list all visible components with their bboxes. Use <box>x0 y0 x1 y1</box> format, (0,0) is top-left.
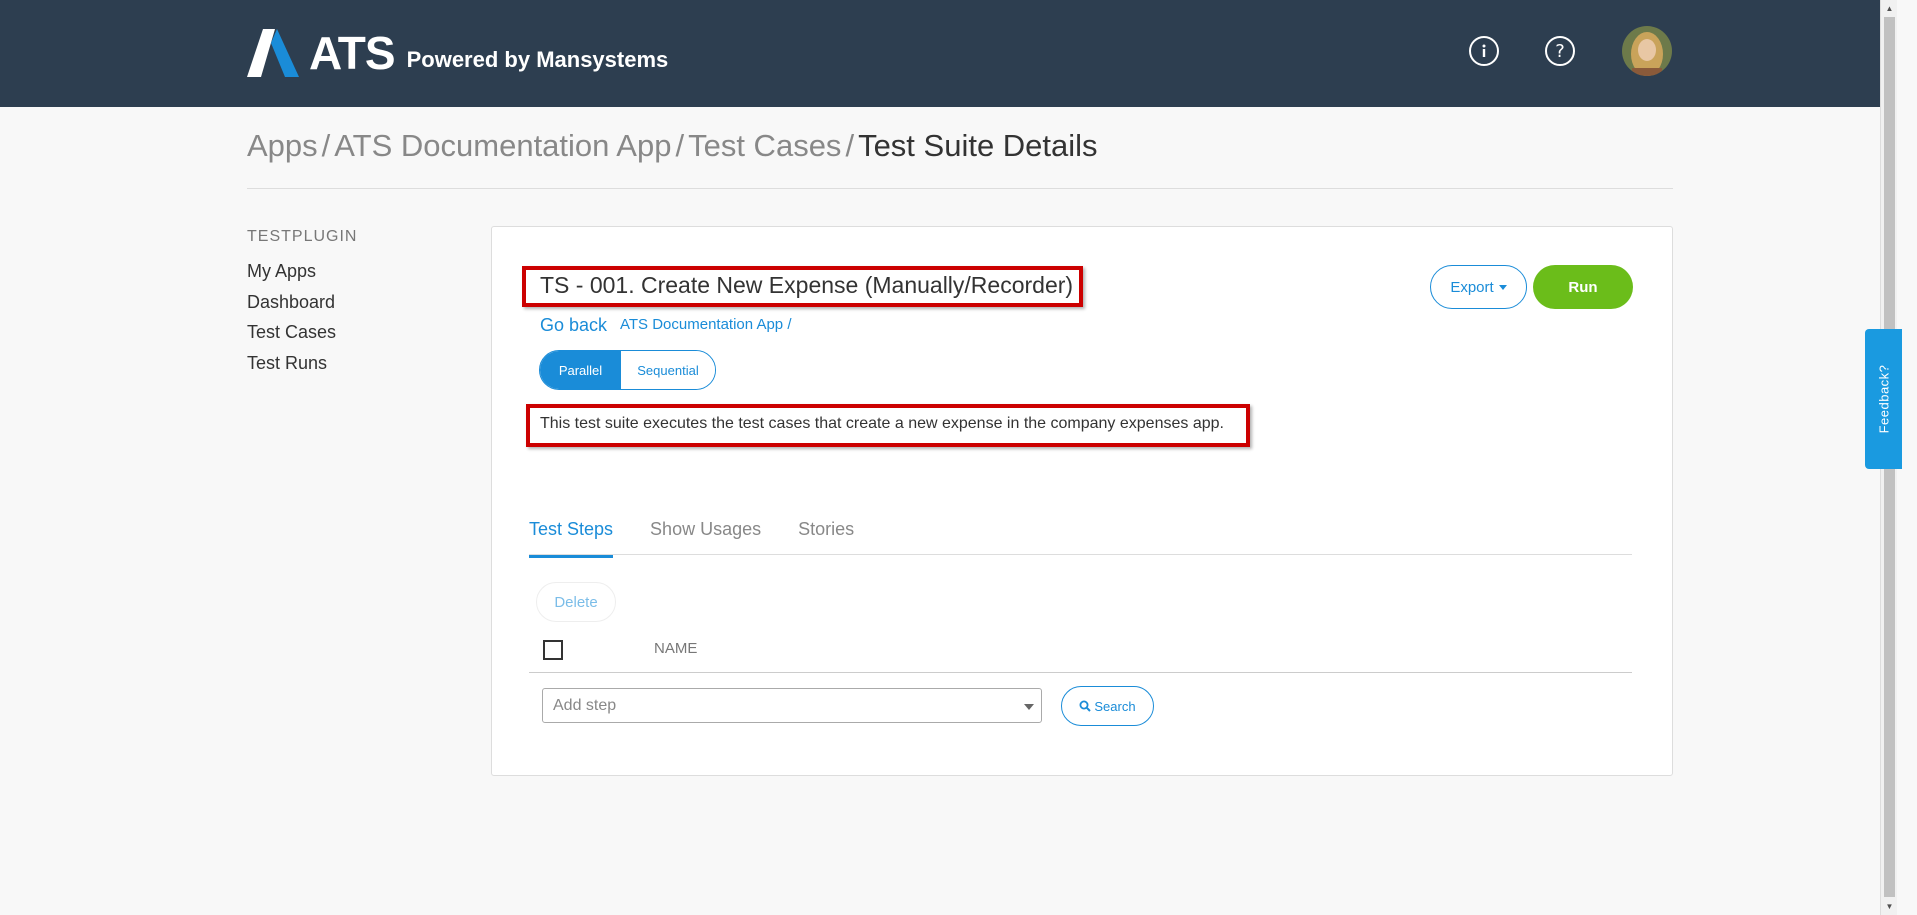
chevron-down-icon <box>1024 704 1034 710</box>
scroll-down-icon[interactable]: ▼ <box>1881 898 1898 915</box>
breadcrumb-separator: / <box>675 128 685 163</box>
tab-stories[interactable]: Stories <box>798 514 854 558</box>
breadcrumb-separator: / <box>321 128 331 163</box>
logo-text: ATS <box>309 27 396 79</box>
top-header: ATS Powered by Mansystems ? <box>0 0 1880 107</box>
info-icon[interactable] <box>1469 36 1499 66</box>
tab-test-steps[interactable]: Test Steps <box>529 514 614 558</box>
powered-by-text: Powered by Mansystems <box>406 47 669 72</box>
export-label: Export <box>1450 278 1494 296</box>
suite-title: TS - 001. Create New Expense (Manually/R… <box>540 272 1074 298</box>
tab-show-usages[interactable]: Show Usages <box>650 514 761 558</box>
suite-description: This test suite executes the test cases … <box>540 415 1224 432</box>
execution-mode-toggle: Parallel Sequential <box>539 350 716 390</box>
search-label: Search <box>1094 698 1136 714</box>
sidebar-item-dashboard[interactable]: Dashboard <box>247 289 336 320</box>
breadcrumb-test-cases[interactable]: Test Cases <box>688 128 841 163</box>
column-header-name: NAME <box>654 640 698 657</box>
tab-divider <box>529 554 1632 555</box>
ats-logo-mark-icon <box>247 29 299 77</box>
select-all-checkbox[interactable] <box>543 640 563 660</box>
breadcrumb-separator: / <box>845 128 855 163</box>
breadcrumb-app[interactable]: ATS Documentation App <box>334 128 671 163</box>
breadcrumb-apps[interactable]: Apps <box>247 128 318 163</box>
breadcrumb: Apps / ATS Documentation App / Test Cases / Te… <box>247 128 1098 164</box>
divider <box>247 188 1673 189</box>
search-button[interactable]: Search <box>1061 686 1154 726</box>
page-title: Test Suite Details <box>858 128 1098 163</box>
sequential-option[interactable]: Sequential <box>621 351 715 389</box>
sidebar-item-test-runs[interactable]: Test Runs <box>247 350 336 381</box>
parallel-option[interactable]: Parallel <box>540 351 621 389</box>
add-step-placeholder: Add step <box>553 697 617 714</box>
scroll-up-icon[interactable]: ▲ <box>1881 0 1898 17</box>
go-back-link[interactable]: Go back <box>540 315 607 336</box>
sidebar-item-my-apps[interactable]: My Apps <box>247 258 336 289</box>
help-icon[interactable]: ? <box>1545 36 1575 66</box>
sidebar-nav: My Apps Dashboard Test Cases Test Runs <box>247 258 336 380</box>
user-avatar[interactable] <box>1622 26 1672 76</box>
sidebar-title: TESTPLUGIN <box>247 228 358 245</box>
sidebar-item-test-cases[interactable]: Test Cases <box>247 319 336 350</box>
export-button[interactable]: Export <box>1430 265 1527 309</box>
table-header-divider <box>529 672 1632 673</box>
run-button[interactable]: Run <box>1533 265 1633 309</box>
tab-bar: Test Steps Show Usages Stories <box>529 514 891 558</box>
search-icon <box>1079 700 1092 712</box>
add-step-select[interactable]: Add step <box>542 688 1042 723</box>
feedback-tab[interactable]: Feedback? <box>1865 329 1902 469</box>
app-link[interactable]: ATS Documentation App / <box>620 316 791 333</box>
ats-logo[interactable]: ATS Powered by Mansystems <box>247 28 668 78</box>
caret-down-icon <box>1498 284 1507 290</box>
delete-button[interactable]: Delete <box>536 582 616 622</box>
feedback-label: Feedback? <box>1876 364 1891 434</box>
